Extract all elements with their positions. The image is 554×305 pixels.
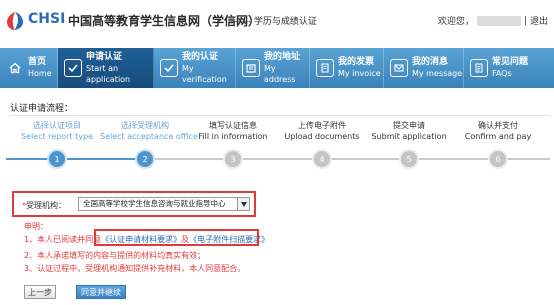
step-3: 填写认证信息 Fill in information [198, 121, 268, 141]
nav-item-my-address[interactable]: 我的地址 My address [236, 48, 310, 88]
logo-text: CHSI [28, 11, 66, 27]
step-4: 上传电子附件 Upload documents [284, 121, 360, 141]
progress-fill [6, 158, 146, 160]
step-dot-3: 3 [225, 151, 241, 167]
flow-title: 认证申请流程： [10, 104, 74, 114]
logout-link[interactable]: 退出 [530, 14, 548, 27]
nav-item-my-invoice[interactable]: 我的发票 My invoice [310, 48, 384, 88]
step-dot-2: 2 [137, 151, 153, 167]
step-list: 选择认证项目 Select report type 选择受理机构 Select … [0, 120, 554, 178]
checkbox-icon [160, 59, 178, 77]
office-label: *受理机构： [22, 201, 66, 210]
site-title: 中国高等教育学生信息网（学信网） [68, 14, 261, 28]
nav-item-start-application[interactable]: 申请认证 Start an application [58, 48, 154, 88]
step-2: 选择受理机构 Select acceptance office [100, 121, 198, 141]
step-dot-1: 1 [49, 151, 65, 167]
user-name-redacted [476, 15, 521, 26]
nav-item-faqs[interactable]: 常见问题 FAQs [464, 48, 554, 88]
home-icon [6, 59, 24, 77]
step-5: 提交申请 Submit application [371, 121, 447, 141]
invoice-icon [316, 59, 334, 77]
declaration-line-3: 3、认证过程中，受理机构通知提供补充材料，本人同意配合。 [24, 264, 246, 273]
office-select[interactable]: 全国高等学校学生信息咨询与就业指导中心 [78, 197, 250, 211]
message-icon [390, 59, 408, 77]
site-subtitle: —— 学历与成绩认证 [233, 17, 317, 27]
chevron-down-icon [237, 198, 249, 210]
user-area: 欢迎您， | 退出 [437, 14, 548, 27]
step-1: 选择认证项目 Select report type [20, 121, 94, 141]
faq-icon [470, 59, 488, 77]
step-dot-6: 6 [490, 151, 506, 167]
declaration-line-2: 2、本人承诺填写的内容与提供的材料均真实有效； [24, 251, 206, 260]
main-nav: 首页 Home 申请认证 Start an application 我的认证 My v… [0, 48, 554, 88]
step-6: 确认并支付 Confirm and pay [464, 121, 532, 141]
step-dot-4: 4 [314, 151, 330, 167]
declaration-title: 申明： [24, 222, 48, 231]
links-highlight [94, 229, 259, 246]
site-header: CHSI 中国高等教育学生信息网（学信网） —— 学历与成绩认证 欢迎您， | … [0, 0, 554, 48]
nav-item-home[interactable]: 首页 Home [0, 48, 58, 88]
welcome-text: 欢迎您， [437, 17, 474, 27]
previous-button[interactable]: 上一步 [24, 285, 56, 299]
nav-item-my-verification[interactable]: 我的认证 My verification [154, 48, 236, 88]
office-select-highlight: *受理机构： 全国高等学校学生信息咨询与就业指导中心 [12, 191, 256, 217]
step-dot-5: 5 [401, 151, 417, 167]
address-icon [242, 59, 260, 77]
divider [10, 115, 550, 116]
agree-continue-button[interactable]: 同意并继续 [76, 285, 126, 299]
nav-item-my-message[interactable]: 我的消息 My message [384, 48, 464, 88]
checkbox-icon [64, 59, 82, 77]
chsi-logo-icon [7, 12, 23, 30]
office-selected-value: 全国高等学校学生信息咨询与就业指导中心 [83, 199, 226, 208]
